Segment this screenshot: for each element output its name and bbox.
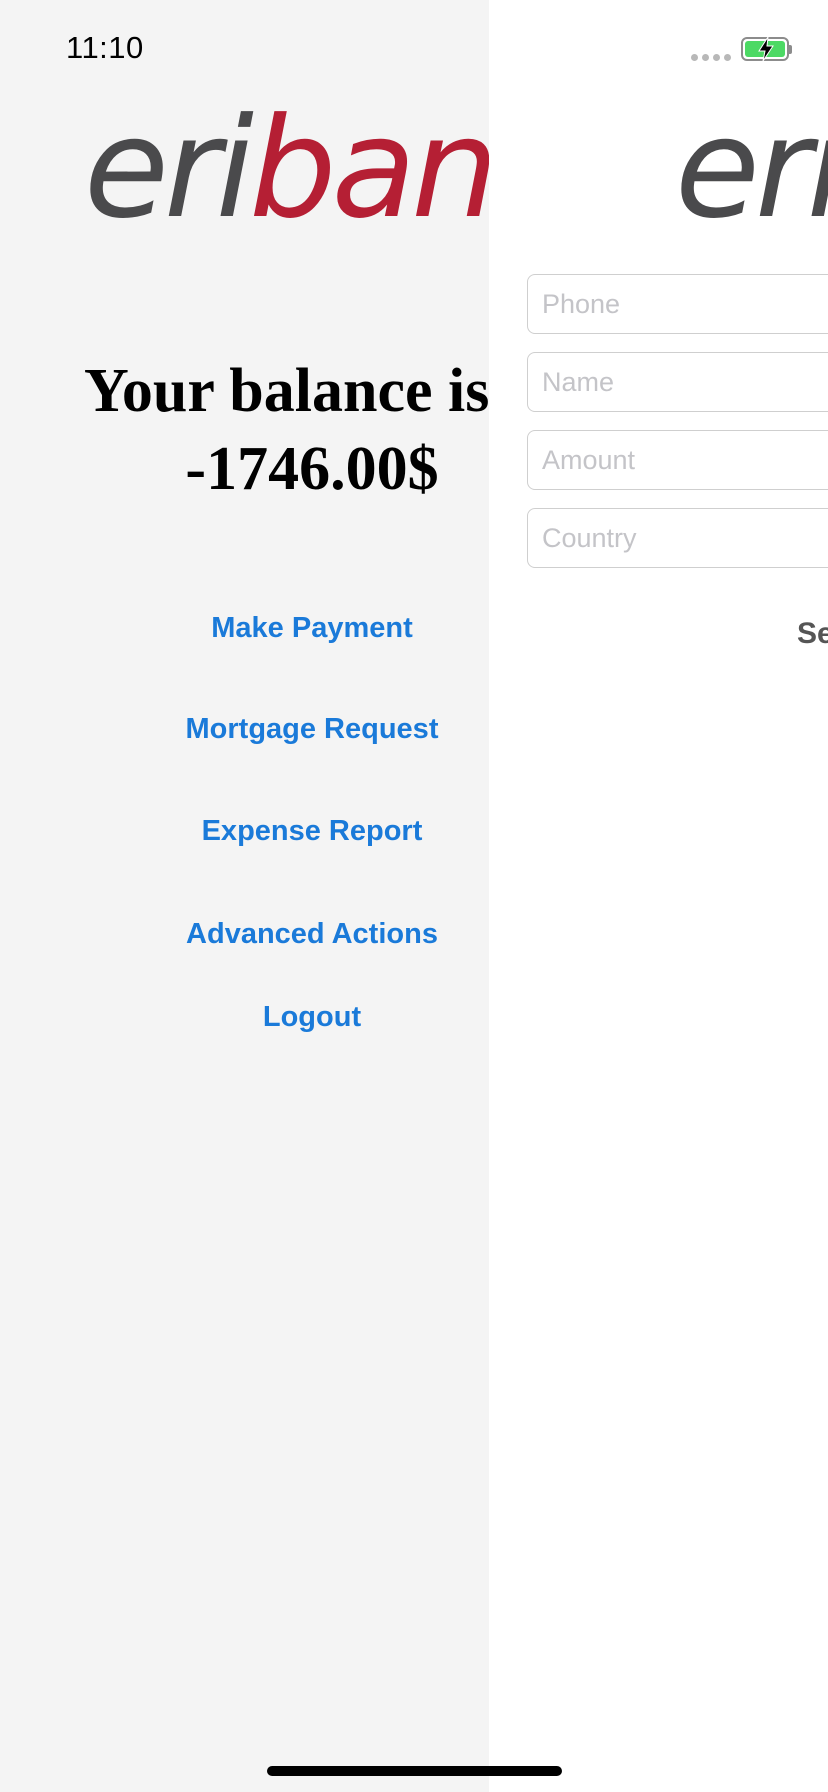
- battery-charging-icon: [741, 36, 789, 62]
- logo-text-eri: eri: [675, 88, 828, 249]
- home-menu-panel: eribank Your balance is -1746.00$ Make P…: [0, 0, 489, 1792]
- charging-bolt-icon: [758, 36, 774, 62]
- logout-button[interactable]: Logout: [0, 1001, 489, 1034]
- country-field[interactable]: [527, 508, 828, 568]
- mortgage-request-button[interactable]: Mortgage Request: [0, 713, 489, 746]
- send-payment-button[interactable]: Se: [797, 617, 828, 651]
- eribank-logo-secondary: eribank: [675, 100, 828, 238]
- make-payment-button[interactable]: Make Payment: [0, 612, 489, 645]
- advanced-actions-button[interactable]: Advanced Actions: [0, 918, 489, 951]
- payment-form-panel: eribank Se: [489, 0, 828, 1792]
- balance-amount: -1746.00$: [185, 435, 439, 503]
- eribank-logo: eribank: [84, 100, 489, 238]
- logo-text-bank: bank: [248, 88, 489, 249]
- logo-text-eri: eri: [84, 88, 254, 249]
- battery-cap: [789, 45, 792, 54]
- status-bar-time: 11:10: [66, 30, 144, 65]
- signal-strength-icon: [691, 54, 731, 61]
- phone-field[interactable]: [527, 274, 828, 334]
- phone-input[interactable]: [528, 275, 828, 333]
- name-input[interactable]: [528, 353, 828, 411]
- amount-field[interactable]: [527, 430, 828, 490]
- country-input[interactable]: [528, 509, 828, 567]
- amount-input[interactable]: [528, 431, 828, 489]
- home-indicator[interactable]: [267, 1766, 562, 1776]
- balance-label: Your balance is: [84, 357, 489, 425]
- expense-report-button[interactable]: Expense Report: [0, 815, 489, 848]
- name-field[interactable]: [527, 352, 828, 412]
